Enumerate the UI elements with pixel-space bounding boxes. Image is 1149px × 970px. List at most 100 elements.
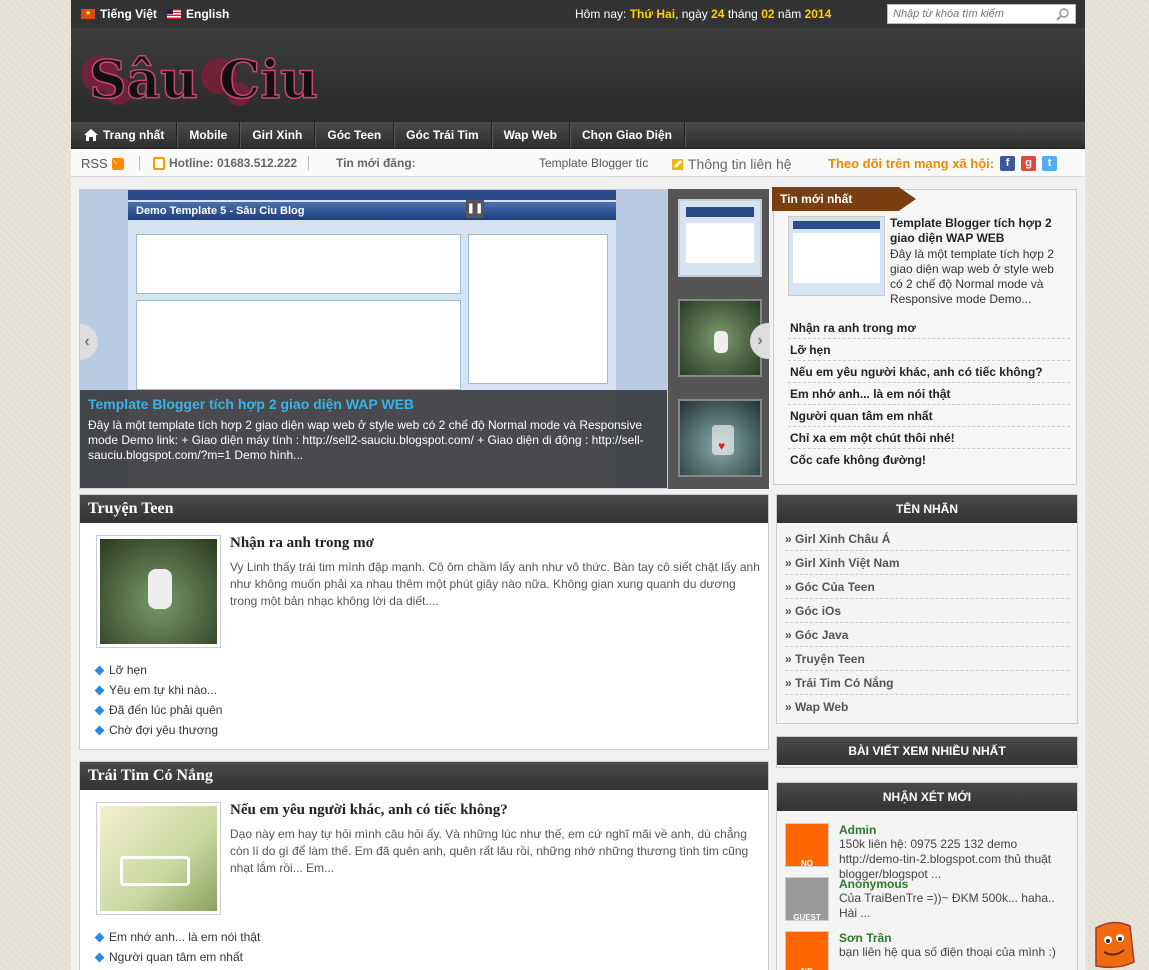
label-item[interactable]: » Girl Xinh Việt Nam	[785, 551, 1069, 575]
facebook-icon[interactable]: f	[1000, 156, 1016, 171]
post-image	[100, 539, 217, 644]
rss-link[interactable]: RSS	[81, 155, 124, 171]
latest-item[interactable]: Cốc cafe không đường!	[788, 449, 1070, 471]
nav-chon-giao-dien[interactable]: Chọn Giao Diện	[570, 122, 685, 148]
comment-text: bạn liên hệ qua số điện thoại của mình :…	[839, 945, 1056, 959]
contact-label: Thông tin liên hệ	[688, 156, 792, 172]
site-logo[interactable]: Sâu Ciu	[79, 36, 369, 116]
nav-mobile[interactable]: Mobile	[177, 122, 241, 148]
label-item[interactable]: » Góc Java	[785, 623, 1069, 647]
latest-feature-title[interactable]: Template Blogger tích hợp 2 giao diện WA…	[890, 216, 1066, 246]
label-item[interactable]: » Góc Của Teen	[785, 575, 1069, 599]
bullet-icon	[94, 932, 105, 942]
search-icon[interactable]	[1056, 7, 1070, 21]
nav-goc-teen[interactable]: Góc Teen	[315, 122, 395, 148]
related-list: Em nhớ anh... là em nói thật Người quan …	[94, 927, 396, 967]
lang-en-link[interactable]: English	[167, 7, 229, 21]
nav-girl-xinh[interactable]: Girl Xinh	[240, 122, 316, 148]
avatar: NO PHOTO	[785, 823, 829, 867]
comment-item[interactable]: GUEST Anonymous Của TraiBenTre =))~ ĐKM …	[785, 877, 1073, 933]
month-word: tháng	[727, 7, 758, 21]
comment-item[interactable]: NO PHOTO Admin 150k liên hệ: 0975 225 13…	[785, 823, 1073, 881]
section-title[interactable]: Trái Tim Có Nắng	[80, 762, 768, 790]
nav-goc-trai-tim[interactable]: Góc Trái Tim	[394, 122, 492, 148]
latest-list: Nhận ra anh trong mơ Lỡ hẹn Nếu em yêu n…	[788, 317, 1070, 471]
latest-item[interactable]: Lỡ hẹn	[788, 339, 1070, 361]
post-thumbnail[interactable]	[96, 802, 221, 915]
search-input[interactable]	[888, 5, 1048, 23]
vietnam-flag-icon	[81, 9, 95, 19]
label-item[interactable]: » Trái Tim Có Nắng	[785, 671, 1069, 695]
related-label: Đã đến lúc phải quên	[109, 703, 223, 717]
section-title[interactable]: Truyện Teen	[80, 495, 768, 523]
thumb-girl	[714, 331, 728, 353]
mascot-icon[interactable]	[1088, 918, 1138, 970]
image-figure	[148, 569, 172, 609]
slide-title[interactable]: Template Blogger tích hợp 2 giao diện WA…	[88, 396, 661, 412]
post-thumbnail[interactable]	[96, 535, 221, 648]
slider-thumb-3[interactable]: ♥	[678, 399, 762, 477]
related-item[interactable]: Yêu em tự khi nào...	[94, 680, 396, 700]
related-item[interactable]: Đã đến lúc phải quên	[94, 700, 396, 720]
nav-wap-web[interactable]: Wap Web	[492, 122, 570, 148]
bullet-icon	[94, 705, 105, 715]
comment-author[interactable]: Anonymous	[839, 877, 908, 891]
related-item[interactable]: Em nhớ anh... là em nói thật	[94, 927, 396, 947]
nav-home[interactable]: Trang nhất	[71, 122, 178, 148]
home-icon	[84, 129, 98, 141]
twitter-icon[interactable]: t	[1042, 156, 1058, 171]
post-title[interactable]: Nhận ra anh trong mơ	[230, 535, 374, 552]
comment-author[interactable]: Admin	[839, 823, 876, 837]
pause-button[interactable]: ❚❚	[466, 200, 484, 218]
comment-item[interactable]: NO PHOTO Sơn Trần bạn liên hệ qua số điệ…	[785, 931, 1073, 970]
day-word: , ngày	[675, 7, 708, 21]
slider-thumb-1[interactable]	[678, 199, 762, 277]
follow-social: Theo dõi trên mạng xã hội: f g t	[828, 156, 1058, 171]
featured-slider[interactable]: Demo Template 5 - Sâu Ciu Blog ❚❚ ‹ Temp…	[79, 189, 668, 489]
slider-thumbnails: ♥ ›	[668, 189, 770, 489]
post-excerpt: Dạo này em hay tự hỏi mình câu hỏi ấy. V…	[230, 827, 749, 875]
comment-author[interactable]: Sơn Trần	[839, 931, 892, 945]
demo-headline-box	[136, 234, 461, 294]
post-title[interactable]: Nếu em yêu người khác, anh có tiếc không…	[230, 802, 508, 819]
related-list: Lỡ hẹn Yêu em tự khi nào... Đã đến lúc p…	[94, 660, 396, 740]
label-item[interactable]: » Wap Web	[785, 695, 1069, 719]
latest-tab: Tin mới nhất	[772, 187, 916, 211]
comment-text: 150k liên hệ: 0975 225 132 demo http://d…	[839, 837, 1052, 881]
rss-icon	[111, 155, 124, 170]
latest-feature-thumb[interactable]	[788, 216, 885, 296]
label-item[interactable]: » Truyện Teen	[785, 647, 1069, 671]
related-label: Em nhớ anh... là em nói thật	[109, 930, 261, 944]
follow-label: Theo dõi trên mạng xã hội:	[828, 156, 995, 171]
lang-vi-link[interactable]: Tiếng Việt	[81, 7, 157, 21]
latest-feature-desc: Đây là một template tích hợp 2 giao diện…	[890, 247, 1054, 306]
google-icon[interactable]: g	[1021, 156, 1037, 171]
bullet-icon	[94, 725, 105, 735]
label-text: Trái Tim Có Nắng	[795, 676, 894, 690]
ticker-bar: RSS Hotline: 01683.512.222 Tin mới đăng:…	[71, 149, 1085, 177]
day: 24	[711, 7, 725, 21]
label-text: Góc Java	[795, 628, 849, 642]
latest-item[interactable]: Chỉ xa em một chút thôi nhé!	[788, 427, 1070, 449]
related-item[interactable]: Chờ đợi yêu thương	[94, 720, 396, 740]
latest-item[interactable]: Em nhớ anh... là em nói thật	[788, 383, 1070, 405]
demo-menu	[128, 190, 616, 200]
year-word: năm	[777, 7, 802, 21]
label-text: Girl Xinh Việt Nam	[795, 556, 900, 570]
slider-prev-button[interactable]: ‹	[80, 324, 98, 360]
contact-link[interactable]: Thông tin liên hệ	[671, 156, 792, 172]
demo-popular-box	[468, 234, 608, 384]
label-item[interactable]: » Góc iOs	[785, 599, 1069, 623]
popular-widget: BÀI VIẾT XEM NHIỀU NHẤT	[776, 736, 1078, 768]
divider	[139, 156, 140, 170]
label-item[interactable]: » Girl Xinh Châu Á	[785, 527, 1069, 551]
today-date: Hôm nay: Thứ Hai, ngày 24 tháng 02 năm 2…	[575, 7, 831, 21]
latest-item[interactable]: Nếu em yêu người khác, anh có tiếc không…	[788, 361, 1070, 383]
latest-item[interactable]: Người quan tâm em nhất	[788, 405, 1070, 427]
post-image	[100, 806, 217, 911]
thumb-body	[686, 223, 754, 263]
related-item[interactable]: Lỡ hẹn	[94, 660, 396, 680]
latest-item[interactable]: Nhận ra anh trong mơ	[788, 317, 1070, 339]
ticker-post-link[interactable]: Template Blogger tíc	[539, 156, 648, 170]
related-item[interactable]: Người quan tâm em nhất	[94, 947, 396, 967]
